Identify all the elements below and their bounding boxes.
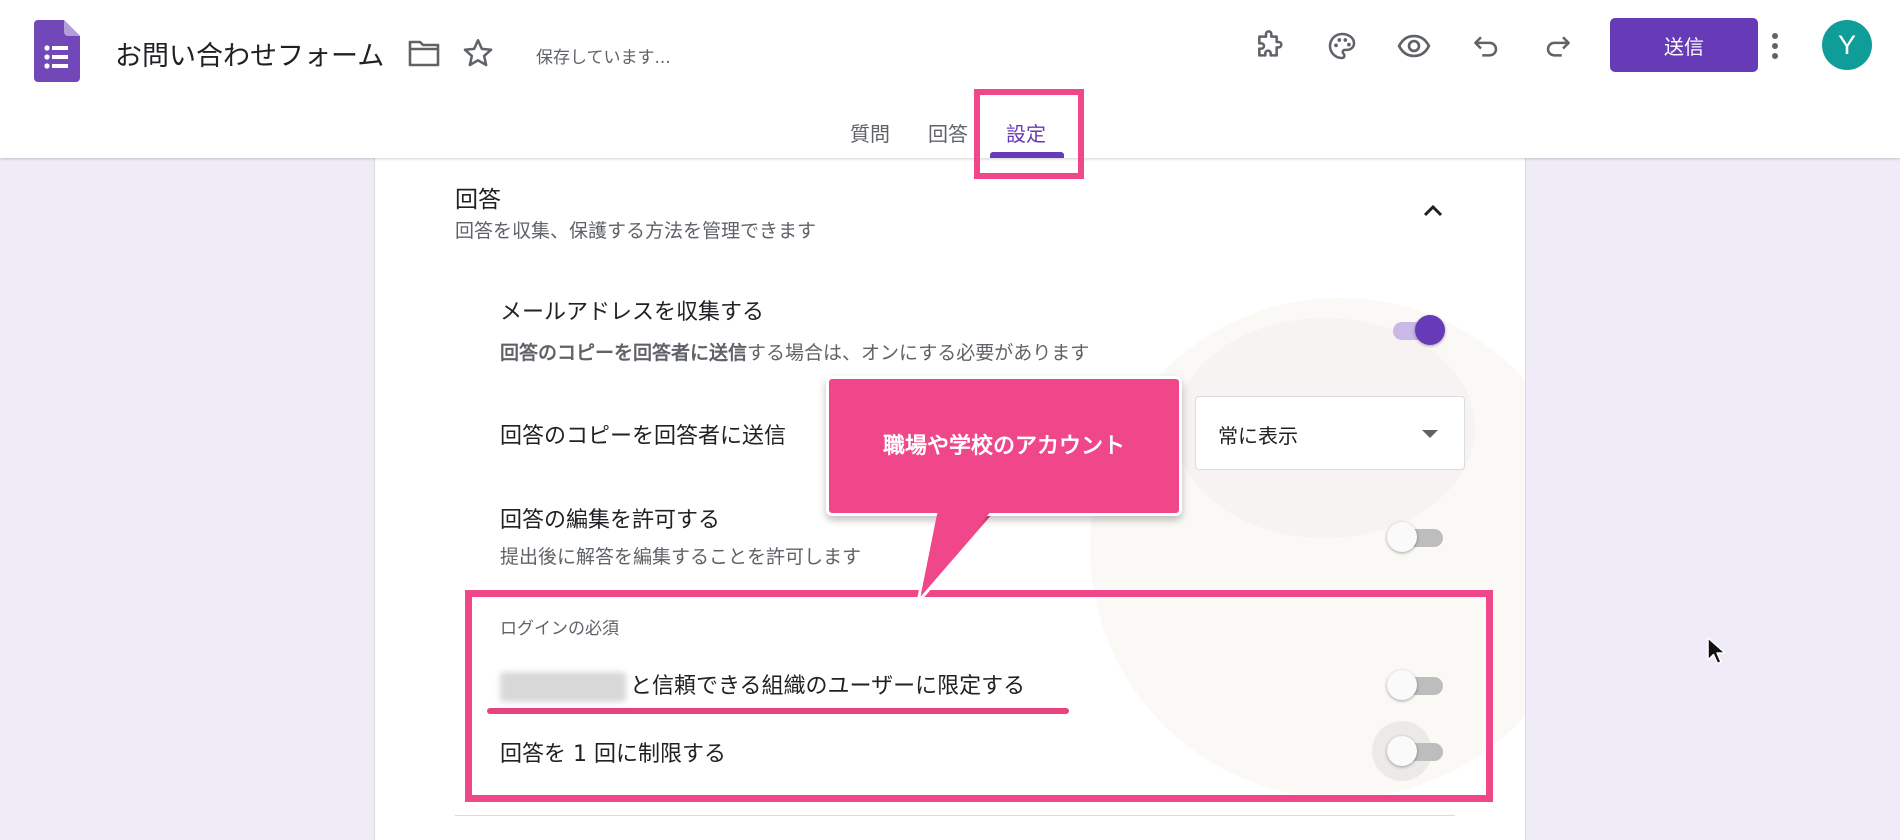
restrict-users-title: と信頼できる組織のユーザーに限定する xyxy=(500,668,1025,702)
undo-icon[interactable] xyxy=(1466,26,1506,66)
send-button[interactable]: 送信 xyxy=(1610,18,1758,72)
saving-status: 保存しています... xyxy=(536,48,671,68)
avatar[interactable]: Y xyxy=(1822,20,1872,70)
tab-responses[interactable]: 回答 xyxy=(928,118,968,147)
allow-edit-title: 回答の編集を許可する xyxy=(500,508,721,533)
form-title[interactable]: お問い合わせフォーム xyxy=(115,34,384,73)
limit-one-response-toggle[interactable] xyxy=(1372,721,1445,781)
folder-icon[interactable] xyxy=(404,33,444,73)
section-title: 回答 xyxy=(455,187,501,213)
restrict-users-label: と信頼できる組織のユーザーに限定する xyxy=(630,674,1026,699)
send-copy-selected-value: 常に表示 xyxy=(1218,424,1298,448)
section-description: 回答を収集、保護する方法を管理できます xyxy=(455,220,817,242)
collect-email-title: メールアドレスを収集する xyxy=(500,300,765,325)
section-divider xyxy=(455,815,1455,816)
tab-settings[interactable]: 設定 xyxy=(1006,118,1046,147)
more-vert-icon[interactable] xyxy=(1755,26,1795,66)
callout-text: 職場や学校のアカウント xyxy=(882,434,1125,459)
collect-email-desc-bold: 回答のコピーを回答者に送信 xyxy=(500,342,748,364)
collect-email-toggle[interactable] xyxy=(1387,313,1445,349)
chevron-up-icon[interactable] xyxy=(1415,192,1451,228)
palette-icon[interactable] xyxy=(1322,26,1362,66)
send-copy-title: 回答のコピーを回答者に送信 xyxy=(500,424,787,449)
allow-edit-toggle[interactable] xyxy=(1387,520,1445,556)
allow-edit-description: 提出後に解答を編集することを許可します xyxy=(500,546,862,568)
preview-eye-icon[interactable] xyxy=(1394,26,1434,66)
callout-annotation: 職場や学校のアカウント xyxy=(826,376,1184,604)
send-copy-select[interactable]: 常に表示 xyxy=(1195,396,1465,470)
limit-one-response-title: 回答を 1 回に制限する xyxy=(500,742,726,767)
dropdown-arrow-icon xyxy=(1422,430,1438,438)
underline-annotation xyxy=(487,708,1069,714)
collect-email-desc-rest: する場合は、オンにする必要があります xyxy=(747,342,1090,364)
restrict-users-toggle[interactable] xyxy=(1387,668,1445,704)
tab-questions[interactable]: 質問 xyxy=(850,118,890,147)
star-icon[interactable] xyxy=(458,33,498,73)
active-tab-indicator xyxy=(990,152,1064,158)
blurred-domain-name xyxy=(500,672,626,702)
login-required-subheader: ログインの必須 xyxy=(500,619,619,639)
app-header: お問い合わせフォーム 保存しています... 送信 Y 質問 回答 設定 xyxy=(0,0,1900,158)
google-forms-logo-icon[interactable] xyxy=(34,20,80,82)
mouse-cursor-icon xyxy=(1706,636,1728,666)
collect-email-description: 回答のコピーを回答者に送信する場合は、オンにする必要があります xyxy=(500,338,1089,365)
addon-icon[interactable] xyxy=(1250,26,1290,66)
redo-icon[interactable] xyxy=(1538,26,1578,66)
